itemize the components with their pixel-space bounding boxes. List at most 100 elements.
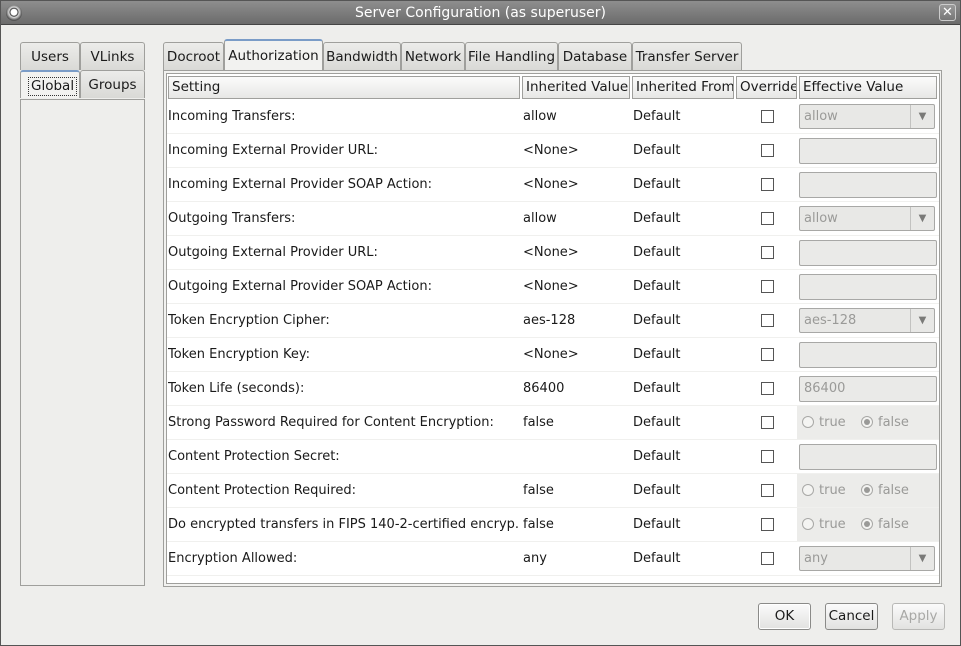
column-header-setting[interactable]: Setting (168, 76, 520, 99)
inherited-from: Default (633, 211, 681, 226)
override-checkbox[interactable] (761, 178, 774, 191)
table-row: Do encrypted transfers in FIPS 140-2-cer… (167, 508, 939, 542)
tab-file-handling[interactable]: File Handling (465, 42, 558, 70)
inherited-from: Default (633, 143, 681, 158)
effective-value-text: aes-128 (804, 313, 857, 328)
effective-value-select[interactable]: allow ▼ (799, 104, 935, 129)
inherited-from: Default (633, 245, 681, 260)
tab-authorization[interactable]: Authorization (224, 39, 323, 70)
radio-true[interactable] (802, 416, 814, 428)
column-header-override[interactable]: Override (736, 76, 797, 99)
inherited-from: Default (633, 517, 681, 532)
override-checkbox[interactable] (761, 246, 774, 259)
effective-value-field[interactable] (799, 342, 937, 368)
effective-value-radio-group: true false (797, 406, 939, 439)
override-checkbox[interactable] (761, 382, 774, 395)
effective-value-field[interactable] (799, 444, 937, 470)
effective-value-field[interactable] (799, 172, 937, 198)
table-row: Outgoing External Provider URL: <None> D… (167, 236, 939, 270)
setting-label: Incoming Transfers: (168, 109, 296, 124)
tab-groups[interactable]: Groups (80, 70, 145, 98)
server-configuration-dialog: Server Configuration (as superuser) ✕ Us… (0, 0, 961, 646)
cancel-button[interactable]: Cancel (825, 603, 878, 630)
radio-false[interactable] (861, 484, 873, 496)
table-row: Incoming Transfers: allow Default allow ▼ (167, 100, 939, 134)
setting-label: Encryption Allowed: (168, 551, 298, 566)
inherited-value: <None> (523, 347, 579, 362)
override-checkbox[interactable] (761, 552, 774, 565)
close-icon[interactable]: ✕ (939, 4, 956, 21)
ok-button[interactable]: OK (758, 603, 811, 630)
radio-false-label: false (878, 415, 909, 430)
tab-global[interactable]: Global (20, 70, 80, 98)
tab-docroot[interactable]: Docroot (163, 42, 224, 70)
table-row: Token Life (seconds): 86400 Default 8640… (167, 372, 939, 406)
override-checkbox[interactable] (761, 484, 774, 497)
override-checkbox[interactable] (761, 280, 774, 293)
effective-value-select[interactable]: any ▼ (799, 546, 935, 571)
table-row: Token Encryption Cipher: aes-128 Default… (167, 304, 939, 338)
chevron-down-icon: ▼ (910, 547, 934, 570)
override-checkbox[interactable] (761, 518, 774, 531)
inherited-from: Default (633, 449, 681, 464)
setting-label: Content Protection Secret: (168, 449, 340, 464)
column-header-effective-value[interactable]: Effective Value (799, 76, 937, 99)
override-checkbox[interactable] (761, 144, 774, 157)
table-row: Encryption Allowed: any Default any ▼ (167, 542, 939, 576)
setting-label: Do encrypted transfers in FIPS 140-2-cer… (168, 517, 520, 532)
radio-false[interactable] (861, 518, 873, 530)
effective-value-field[interactable] (799, 138, 937, 164)
radio-false[interactable] (861, 416, 873, 428)
window-title: Server Configuration (as superuser) (355, 5, 606, 21)
inherited-value: any (523, 551, 547, 566)
effective-value-radio-group: true false (797, 474, 939, 507)
effective-value-field[interactable] (799, 240, 937, 266)
chevron-down-icon: ▼ (910, 105, 934, 128)
tab-transfer-server[interactable]: Transfer Server (632, 42, 742, 70)
scope-panel: Users VLinks Global Groups (20, 42, 145, 586)
override-checkbox[interactable] (761, 212, 774, 225)
radio-false-label: false (878, 517, 909, 532)
effective-value-text: any (804, 551, 828, 566)
effective-value-text: allow (804, 211, 838, 226)
inherited-from: Default (633, 347, 681, 362)
tab-global-label: Global (28, 77, 78, 96)
table-row: Token Encryption Key: <None> Default (167, 338, 939, 372)
column-header-inherited-from[interactable]: Inherited From (632, 76, 734, 99)
chevron-down-icon: ▼ (910, 309, 934, 332)
effective-value-field[interactable]: 86400 (799, 376, 937, 402)
inherited-value: <None> (523, 279, 579, 294)
radio-false-label: false (878, 483, 909, 498)
inherited-from: Default (633, 415, 681, 430)
app-icon (6, 5, 22, 21)
tab-network[interactable]: Network (401, 42, 465, 70)
scope-list (20, 99, 145, 586)
effective-value-select[interactable]: allow ▼ (799, 206, 935, 231)
radio-true[interactable] (802, 518, 814, 530)
inherited-from: Default (633, 551, 681, 566)
override-checkbox[interactable] (761, 416, 774, 429)
table-row: Strong Password Required for Content Enc… (167, 406, 939, 440)
effective-value-select[interactable]: aes-128 ▼ (799, 308, 935, 333)
tab-vlinks[interactable]: VLinks (80, 42, 145, 70)
override-checkbox[interactable] (761, 110, 774, 123)
override-checkbox[interactable] (761, 314, 774, 327)
radio-true[interactable] (802, 484, 814, 496)
override-checkbox[interactable] (761, 348, 774, 361)
setting-label: Content Protection Required: (168, 483, 356, 498)
title-bar[interactable]: Server Configuration (as superuser) ✕ (1, 1, 960, 25)
inherited-value (523, 440, 629, 474)
override-checkbox[interactable] (761, 450, 774, 463)
apply-button[interactable]: Apply (892, 603, 945, 630)
tab-users[interactable]: Users (20, 42, 80, 70)
table-row: Content Protection Secret: Default (167, 440, 939, 474)
inherited-value: <None> (523, 245, 579, 260)
table-row: Outgoing Transfers: allow Default allow ▼ (167, 202, 939, 236)
effective-value-field[interactable] (799, 274, 937, 300)
inherited-value: <None> (523, 177, 579, 192)
effective-value-radio-group: true false (797, 508, 939, 541)
column-header-inherited-value[interactable]: Inherited Value (522, 76, 630, 99)
tab-database[interactable]: Database (558, 42, 632, 70)
tab-bandwidth[interactable]: Bandwidth (323, 42, 401, 70)
inherited-value: aes-128 (523, 313, 576, 328)
